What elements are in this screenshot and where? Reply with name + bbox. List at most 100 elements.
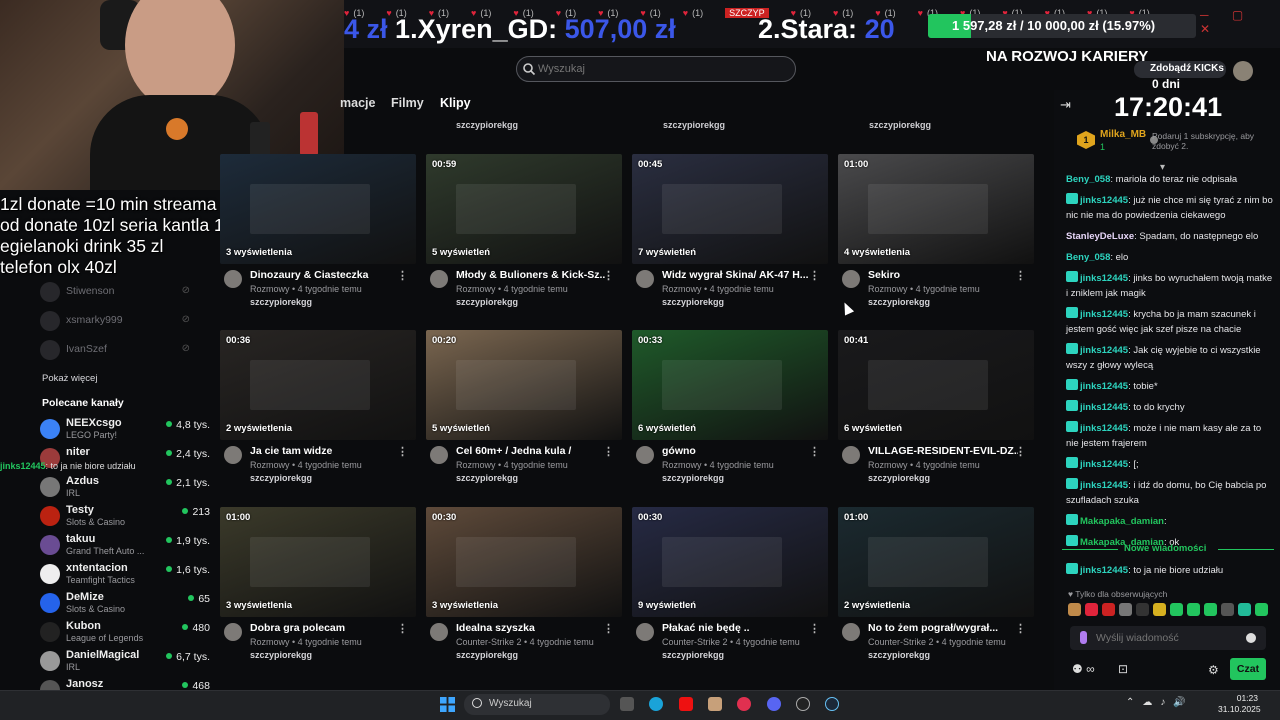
system-tray-icons[interactable]: ⌃☁♪🔊 [1126, 697, 1194, 708]
collapse-chat-icon[interactable]: ⇥ [1060, 97, 1071, 113]
channel-avatar[interactable] [636, 270, 654, 288]
more-options-icon[interactable]: ⋮ [809, 622, 820, 635]
tab-filmy[interactable]: Filmy [391, 96, 424, 110]
recommended-channel-item[interactable]: takuu Grand Theft Auto ... 1,9 tys. [30, 532, 216, 558]
clip-channel-name[interactable]: szczypiorekgg [663, 120, 725, 130]
clip-title[interactable]: Dobra gra polecam [250, 622, 400, 634]
clip-card[interactable]: 00:20 5 wyświetleń Cel 60m+ / Jedna kula /… [426, 330, 622, 486]
chat-username[interactable]: Beny_058 [1066, 174, 1110, 185]
microphone-icon[interactable] [1080, 631, 1087, 644]
window-controls[interactable]: ─ ▢ ✕ [1200, 8, 1280, 36]
clip-title[interactable]: Dinozaury & Ciasteczka [250, 269, 400, 281]
chat-username[interactable]: jinks12445 [1080, 345, 1128, 356]
clip-title[interactable]: Widz wygrał Skina/ AK-47 H... [662, 269, 812, 281]
windows-start-icon[interactable] [440, 697, 455, 712]
emote-icon[interactable] [1238, 603, 1251, 616]
channel-avatar[interactable] [842, 623, 860, 641]
clip-thumbnail[interactable]: 01:00 3 wyświetlenia [220, 507, 416, 617]
offline-channel-item[interactable]: xsmarky999 ⊘ [30, 309, 216, 333]
channel-avatar[interactable] [224, 270, 242, 288]
clip-title[interactable]: Płakać nie będę .. [662, 622, 812, 634]
channel-avatar[interactable] [636, 623, 654, 641]
emote-icon[interactable] [1170, 603, 1183, 616]
clip-thumbnail[interactable]: 01:00 2 wyświetlenia [838, 507, 1034, 617]
clip-channel-name[interactable]: szczypiorekgg [456, 297, 518, 307]
gear-icon[interactable]: ⚙ [1208, 663, 1219, 677]
more-options-icon[interactable]: ⋮ [397, 445, 408, 458]
more-options-icon[interactable]: ⋮ [1015, 269, 1026, 282]
send-chat-button[interactable]: Czat [1230, 658, 1266, 680]
chat-username[interactable]: jinks12445 [1080, 381, 1128, 392]
tab-klipy[interactable]: Klipy [440, 96, 471, 110]
recommended-channel-item[interactable]: Testy Slots & Casino 213 [30, 503, 216, 529]
clip-channel-name[interactable]: szczypiorekgg [250, 650, 312, 660]
clip-channel-name[interactable]: szczypiorekgg [250, 473, 312, 483]
taskbar-search[interactable] [464, 694, 610, 715]
clip-title[interactable]: Idealna szyszka [456, 622, 606, 634]
clip-thumbnail[interactable]: 3 wyświetlenia [220, 154, 416, 264]
clip-title[interactable]: Cel 60m+ / Jedna kula / [456, 445, 606, 457]
recommended-channel-item[interactable]: DanielMagical IRL 6,7 tys. [30, 648, 216, 674]
steam-icon[interactable] [825, 697, 839, 711]
channel-avatar[interactable] [430, 623, 448, 641]
clip-thumbnail[interactable]: 01:00 4 wyświetlenia [838, 154, 1034, 264]
emote-icon[interactable] [1068, 603, 1081, 616]
more-options-icon[interactable]: ⋮ [603, 269, 614, 282]
clip-channel-name[interactable]: szczypiorekgg [250, 297, 312, 307]
chat-message-input[interactable] [1096, 629, 1236, 647]
clip-channel-name[interactable]: szczypiorekgg [456, 650, 518, 660]
clip-card[interactable]: 00:33 6 wyświetleń gówno Rozmowy • 4 tygodn… [632, 330, 828, 486]
clip-thumbnail[interactable]: 00:59 5 wyświetleń [426, 154, 622, 264]
more-options-icon[interactable]: ⋮ [603, 622, 614, 635]
clip-title[interactable]: Sekiro [868, 269, 1018, 281]
emote-icon[interactable] [1153, 603, 1166, 616]
clip-thumbnail[interactable]: 00:20 5 wyświetleń [426, 330, 622, 440]
emote-icon[interactable] [1255, 603, 1268, 616]
clip-title[interactable]: Młody & Bulioners & Kick-Sz... [456, 269, 606, 281]
chat-username[interactable]: jinks12445 [1080, 273, 1128, 284]
recommended-channel-item[interactable]: Azdus IRL 2,1 tys. [30, 474, 216, 500]
clip-thumbnail[interactable]: 00:36 2 wyświetlenia [220, 330, 416, 440]
chat-username[interactable]: jinks12445 [1080, 480, 1128, 491]
offline-channel-item[interactable]: IvanSzef ⊘ [30, 338, 216, 362]
chat-username[interactable]: jinks12445 [1080, 459, 1128, 470]
offline-channel-item[interactable]: Stiwenson ⊘ [30, 280, 216, 304]
more-options-icon[interactable]: ⋮ [809, 445, 820, 458]
clip-thumbnail[interactable]: 00:33 6 wyświetleń [632, 330, 828, 440]
gift-sub-note[interactable]: Podaruj 1 subskrypcję, aby zdobyć 2. [1152, 131, 1262, 151]
show-more-link[interactable]: Pokaż więcej [42, 373, 97, 384]
chat-username[interactable]: Beny_058 [1066, 252, 1110, 263]
emote-icon[interactable] [1187, 603, 1200, 616]
recommended-channel-item[interactable]: Kubon League of Legends 480 [30, 619, 216, 645]
opera-icon[interactable] [737, 697, 751, 711]
chat-username[interactable]: StanleyDeLuxe [1066, 231, 1134, 242]
chat-username[interactable]: jinks12445 [1080, 309, 1128, 320]
channel-avatar[interactable] [842, 446, 860, 464]
emote-icon[interactable] [1085, 603, 1098, 616]
more-options-icon[interactable]: ⋮ [603, 445, 614, 458]
clip-title[interactable]: No to żem pograł/wygrał... [868, 622, 1018, 634]
new-messages-divider[interactable]: Nowe wiadomości [1062, 543, 1274, 555]
clip-card[interactable]: 00:45 7 wyświetleń Widz wygrał Skina/ AK-4… [632, 154, 828, 310]
taskbar-clock[interactable]: 01:23 31.10.2025 [1218, 693, 1261, 715]
channel-avatar[interactable] [224, 623, 242, 641]
clip-channel-name[interactable]: szczypiorekgg [868, 473, 930, 483]
discord-icon[interactable] [767, 697, 781, 711]
chat-username[interactable]: jinks12445 [1080, 402, 1128, 413]
youtube-icon[interactable] [679, 697, 693, 711]
channel-avatar[interactable] [430, 270, 448, 288]
clip-thumbnail[interactable]: 00:30 3 wyświetlenia [426, 507, 622, 617]
channel-avatar[interactable] [430, 446, 448, 464]
top-gifter-name[interactable]: Milka_MB [1100, 129, 1146, 140]
clip-channel-name[interactable]: szczypiorekgg [868, 650, 930, 660]
chat-username[interactable]: jinks12445 [1080, 423, 1128, 434]
emote-icon[interactable] [1136, 603, 1149, 616]
clip-card[interactable]: 01:00 4 wyświetlenia Sekiro Rozmowy • 4 tyg… [838, 154, 1034, 310]
clip-channel-name[interactable]: szczypiorekgg [662, 297, 724, 307]
emote-icon[interactable] [1102, 603, 1115, 616]
edge-icon[interactable] [649, 697, 663, 711]
clip-thumbnail[interactable]: 00:45 7 wyświetleń [632, 154, 828, 264]
chat-username[interactable]: jinks12445 [1080, 195, 1128, 206]
clip-thumbnail[interactable]: 00:30 9 wyświetleń [632, 507, 828, 617]
more-options-icon[interactable]: ⋮ [809, 269, 820, 282]
